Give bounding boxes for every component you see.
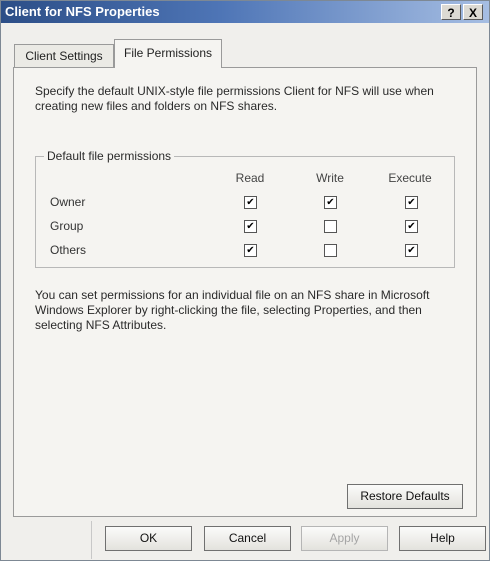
help-button[interactable]: Help xyxy=(399,526,486,551)
row-label-others: Others xyxy=(50,243,87,257)
group-label: Default file permissions xyxy=(44,149,175,163)
column-execute: Execute xyxy=(388,171,432,185)
group-execute-checkbox[interactable] xyxy=(405,220,418,233)
group-read-checkbox[interactable] xyxy=(244,220,257,233)
owner-write-checkbox[interactable] xyxy=(324,196,337,209)
title-bar: Client for NFS Properties ? X xyxy=(1,1,489,23)
close-icon[interactable]: X xyxy=(463,4,483,20)
explorer-note-text: You can set permissions for an individua… xyxy=(35,288,430,332)
apply-button[interactable]: Apply xyxy=(301,526,388,551)
others-read-checkbox[interactable] xyxy=(244,244,257,257)
bottom-divider xyxy=(91,521,92,559)
tab-panel: Specify the default UNIX-style file perm… xyxy=(13,67,477,517)
default-permissions-group: Default file permissions Read Write Exec… xyxy=(35,149,455,268)
ok-button[interactable]: OK xyxy=(105,526,192,551)
cancel-button[interactable]: Cancel xyxy=(204,526,291,551)
restore-defaults-button[interactable]: Restore Defaults xyxy=(347,484,463,509)
others-execute-checkbox[interactable] xyxy=(405,244,418,257)
row-label-owner: Owner xyxy=(50,195,86,209)
column-read: Read xyxy=(235,171,265,185)
tab-file-permissions[interactable]: File Permissions xyxy=(114,39,222,68)
properties-dialog: Client for NFS Properties ? X Client Set… xyxy=(0,0,490,561)
row-label-group: Group xyxy=(50,219,84,233)
column-write: Write xyxy=(316,171,344,185)
owner-execute-checkbox[interactable] xyxy=(405,196,418,209)
window-title: Client for NFS Properties xyxy=(5,4,160,19)
group-write-checkbox[interactable] xyxy=(324,220,337,233)
owner-read-checkbox[interactable] xyxy=(244,196,257,209)
help-icon[interactable]: ? xyxy=(441,4,461,20)
intro-text: Specify the default UNIX-style file perm… xyxy=(35,84,434,113)
others-write-checkbox[interactable] xyxy=(324,244,337,257)
tab-client-settings[interactable]: Client Settings xyxy=(14,44,114,67)
